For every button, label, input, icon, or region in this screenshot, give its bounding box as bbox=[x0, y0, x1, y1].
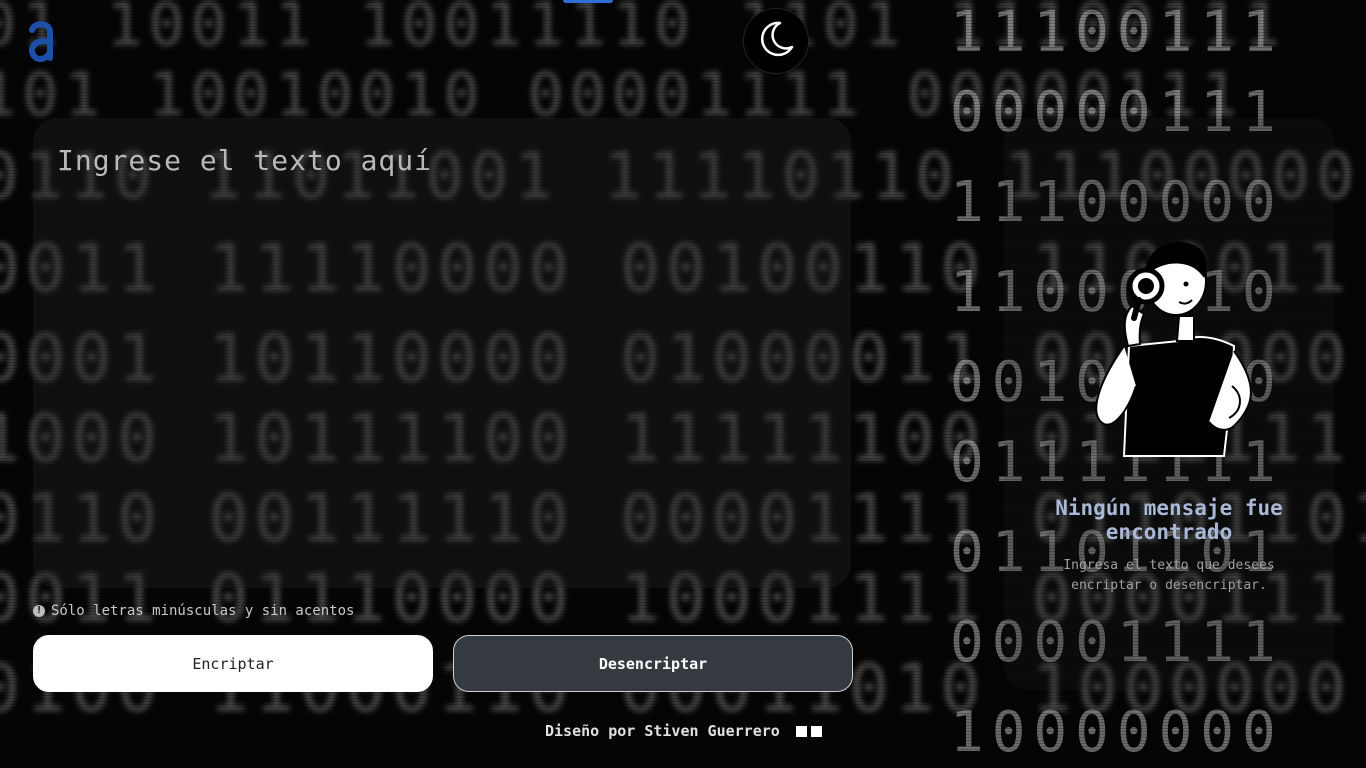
output-subtitle: Ingresa el texto que desees encriptar o … bbox=[1063, 558, 1275, 593]
moon-icon bbox=[756, 19, 796, 63]
footer-credit: Diseño por Stiven Guerrero bbox=[545, 722, 780, 740]
output-title: Ningún mensaje fue encontrado bbox=[1055, 496, 1283, 544]
accent-bar bbox=[563, 0, 613, 3]
input-panel bbox=[33, 118, 851, 588]
social-icon[interactable] bbox=[795, 725, 807, 737]
alura-logo-icon[interactable] bbox=[26, 18, 56, 64]
person-with-magnifier-illustration bbox=[1084, 236, 1264, 466]
encrypt-button[interactable]: Encriptar bbox=[33, 635, 433, 692]
footer: Diseño por Stiven Guerrero bbox=[545, 722, 822, 740]
social-icon[interactable] bbox=[810, 725, 822, 737]
output-panel: Ningún mensaje fue encontrado Ingresa el… bbox=[1004, 118, 1334, 690]
hint: ! Sólo letras minúsculas y sin acentos bbox=[33, 603, 354, 619]
text-input[interactable] bbox=[55, 142, 819, 566]
decrypt-button[interactable]: Desencriptar bbox=[453, 635, 853, 692]
info-icon: ! bbox=[33, 605, 45, 617]
hint-text: Sólo letras minúsculas y sin acentos bbox=[51, 603, 355, 619]
theme-toggle-button[interactable] bbox=[743, 8, 809, 74]
